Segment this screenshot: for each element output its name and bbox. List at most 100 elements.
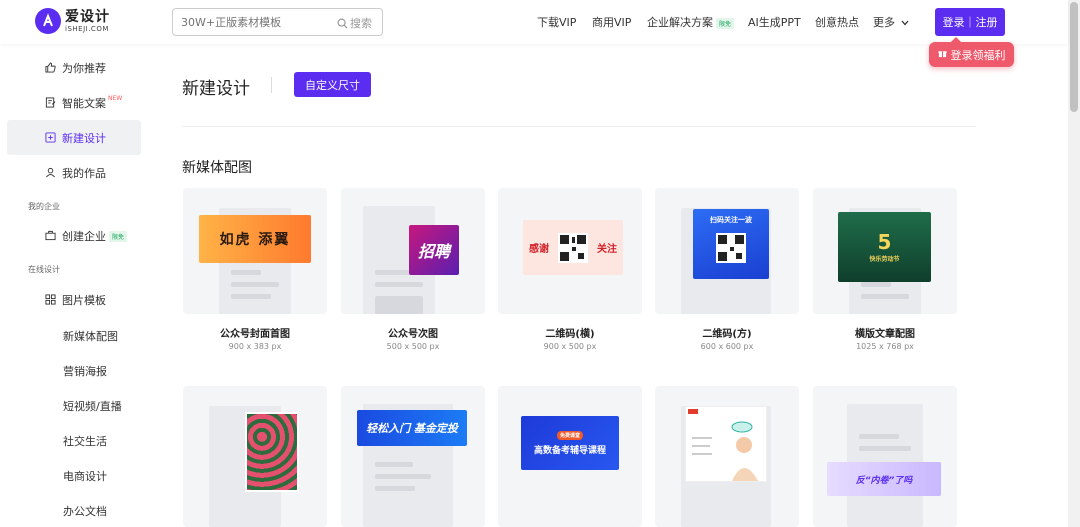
thumb-text: 快乐劳动节	[869, 255, 900, 263]
custom-size-button[interactable]: 自定义尺寸	[294, 72, 371, 97]
portrait-illustration	[688, 409, 758, 481]
thumb-text: 关注	[597, 244, 617, 255]
search-box: 搜索	[172, 8, 383, 36]
logo-icon	[35, 8, 61, 34]
sidebar-item-create-enterprise[interactable]: 创建企业 限免	[7, 218, 141, 253]
title-divider	[271, 77, 272, 93]
template-card[interactable]: 免费课堂 高数备考辅导课程	[498, 386, 642, 527]
free-badge: 限免	[716, 17, 735, 29]
card-size: 900 x 500 px	[543, 342, 597, 351]
card-size: 500 x 500 px	[386, 342, 440, 351]
search-button-label: 搜索	[350, 17, 372, 30]
thumbnail-image	[245, 412, 299, 492]
thumb-text: 扫码关注一波	[710, 216, 752, 224]
card-title: 二维码(横)	[545, 329, 595, 340]
thumbs-up-icon	[45, 62, 56, 73]
create-enterprise-text: 创建企业	[62, 229, 106, 243]
nav-enterprise[interactable]: 企业解决方案 限免	[647, 14, 735, 30]
thumbnail-image: 扫码关注一波	[693, 209, 769, 279]
sidebar-subitem-new-media[interactable]: 新媒体配图	[63, 328, 118, 344]
card-title: 公众号次图	[388, 329, 438, 340]
chevron-down-icon	[901, 20, 908, 26]
logo-domain: iSHEJI.COM	[65, 24, 109, 33]
briefcase-icon	[45, 230, 56, 241]
thumbnail-image: 反“内卷”了吗	[827, 462, 941, 496]
site-logo[interactable]: 爱设计 iSHEJI.COM	[35, 8, 110, 34]
qr-code-icon	[558, 232, 588, 263]
nav-enterprise-label: 企业解决方案	[647, 16, 713, 29]
logo-name: 爱设计	[65, 8, 110, 25]
thumb-text: 招聘	[417, 242, 450, 261]
sidebar-item-label: 为你推荐	[62, 61, 106, 75]
card-size: 600 x 600 px	[700, 342, 754, 351]
thumb-text: 轻松入门 基金定投	[366, 422, 458, 435]
login-benefit-tooltip[interactable]: 登录领福利	[929, 37, 1014, 67]
thumbnail-image: 如虎 添翼	[199, 215, 311, 263]
section-label-enterprise: 我的企业	[28, 202, 60, 211]
template-card[interactable]	[183, 386, 327, 527]
login-register-button[interactable]: 登录｜注册	[935, 8, 1005, 36]
thumbnail-image: 招聘	[409, 225, 459, 275]
nav-more[interactable]: 更多	[873, 14, 909, 30]
template-card[interactable]: 反“内卷”了吗	[813, 386, 957, 527]
page-scrollbar[interactable]	[1068, 0, 1080, 527]
thumbnail-image: 免费课堂 高数备考辅导课程	[521, 416, 619, 470]
tooltip-label: 登录领福利	[950, 48, 1006, 62]
qr-code-icon	[716, 233, 746, 263]
thumb-text: 反“内卷”了吗	[855, 475, 913, 486]
template-card-horizontal-article[interactable]: 5 快乐劳动节	[813, 188, 957, 314]
template-card-qr-square[interactable]: 扫码关注一波	[655, 188, 799, 314]
sidebar-item-label: 智能文案 NEW	[62, 95, 122, 111]
sidebar-subitem-video[interactable]: 短视频/直播	[63, 398, 122, 414]
search-button[interactable]: 搜索	[337, 15, 372, 31]
card-title: 横版文章配图	[855, 329, 915, 340]
thumbnail-image: 感谢 关注	[523, 220, 623, 275]
thumb-text: 高数备考辅导课程	[533, 445, 606, 456]
sidebar-item-smart-copy[interactable]: 智能文案 NEW	[7, 85, 141, 120]
sidebar-item-recommend[interactable]: 为你推荐	[7, 50, 141, 85]
thumb-text: 如虎 添翼	[219, 232, 291, 248]
sidebar-subitem-social[interactable]: 社交生活	[63, 433, 107, 449]
template-card[interactable]	[655, 386, 799, 527]
nav-download-vip[interactable]: 下载VIP	[537, 14, 576, 30]
nav-ai-ppt[interactable]: AI生成PPT	[748, 14, 801, 30]
template-card[interactable]: 轻松入门 基金定投	[341, 386, 485, 527]
new-tag: NEW	[108, 94, 123, 102]
nav-more-label: 更多	[873, 16, 895, 29]
thumb-text: 感谢	[529, 244, 549, 255]
thumbnail-image	[685, 406, 767, 482]
thumbnail-image: 5 快乐劳动节	[838, 212, 931, 282]
nav-commercial-vip[interactable]: 商用VIP	[592, 14, 631, 30]
section-title: 新媒体配图	[182, 160, 252, 176]
template-card-qr-horizontal[interactable]: 感谢 关注	[498, 188, 642, 314]
sidebar-item-label: 新建设计	[62, 131, 106, 145]
search-input[interactable]	[173, 15, 333, 29]
sidebar-item-new-design[interactable]: 新建设计	[7, 120, 141, 155]
user-icon	[46, 167, 55, 178]
section-divider	[182, 126, 976, 127]
card-title: 二维码(方)	[702, 329, 752, 340]
grid-icon	[45, 294, 56, 305]
gift-icon	[937, 49, 947, 61]
sidebar-item-my-works[interactable]: 我的作品	[7, 155, 141, 190]
thumbnail-image: 轻松入门 基金定投	[357, 410, 467, 446]
sidebar-item-image-templates[interactable]: 图片模板	[7, 282, 141, 317]
sidebar-subitem-ecommerce[interactable]: 电商设计	[63, 468, 107, 484]
search-icon	[337, 18, 348, 29]
thumb-text: 5	[877, 229, 892, 254]
free-badge: 限免	[109, 231, 128, 242]
sidebar-item-label: 创建企业 限免	[62, 228, 128, 244]
nav-hot[interactable]: 创意热点	[815, 14, 859, 30]
template-card-wechat-secondary[interactable]: 招聘	[341, 188, 485, 314]
sidebar-subitem-office[interactable]: 办公文档	[63, 503, 107, 519]
plus-square-icon	[45, 132, 56, 143]
sidebar-subitem-marketing[interactable]: 营销海报	[63, 363, 107, 379]
sidebar: 为你推荐 智能文案 NEW 新建设计 我的作品 我的企业 创建企业 限免 在线设计 …	[0, 44, 150, 527]
top-header: 爱设计 iSHEJI.COM 搜索 下载VIP 商用VIP 企业解决方案限免 A…	[0, 0, 1068, 44]
card-size: 1025 x 768 px	[856, 342, 914, 351]
template-card-wechat-cover[interactable]: 如虎 添翼	[183, 188, 327, 314]
sidebar-item-label: 图片模板	[62, 293, 106, 307]
smart-copy-text: 智能文案	[62, 96, 106, 110]
thumb-text: 免费课堂	[556, 430, 583, 440]
scrollbar-thumb[interactable]	[1070, 2, 1078, 112]
